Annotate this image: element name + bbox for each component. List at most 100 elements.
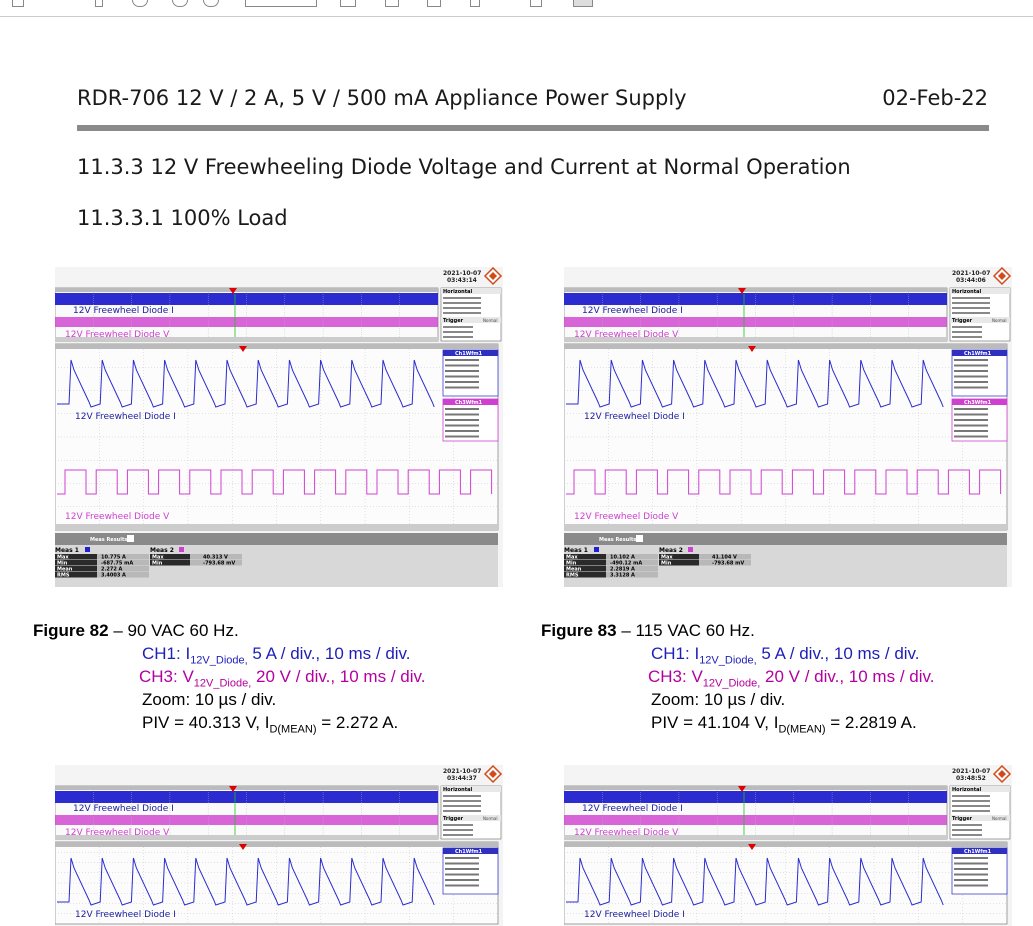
overview-header <box>564 786 947 790</box>
horizontal-setting-row <box>952 312 990 314</box>
scope-date: 2021-10-07 <box>443 768 481 775</box>
trace-label-current: 12V Freewheel Diode I <box>584 412 685 422</box>
horizontal-setting-row <box>952 805 990 807</box>
zoom-in-icon[interactable] <box>172 0 188 7</box>
trace-label-voltage: 12V Freewheel Diode V <box>574 512 679 522</box>
ch1-setting-row <box>445 386 479 389</box>
scope-time: 03:44:37 <box>447 775 477 782</box>
toolbar-button[interactable] <box>12 0 24 7</box>
oscilloscope-capture: 2021-10-07 03:48:52 12V Freewheel Diode I 1… <box>564 765 1012 926</box>
horizontal-setting-row <box>443 795 481 797</box>
meas1-color-swatch <box>594 547 599 552</box>
tool-icon[interactable] <box>470 0 480 7</box>
ch3-setting-row <box>954 435 988 438</box>
ch1-setting-row <box>954 381 988 383</box>
horizontal-setting-row <box>952 800 990 802</box>
zoom-reset-icon[interactable] <box>203 0 219 7</box>
zoom-out-icon[interactable] <box>132 0 148 7</box>
trigger-setting-row <box>443 829 473 831</box>
ch1-setting-row <box>445 868 479 870</box>
horizontal-setting-row <box>952 810 990 812</box>
document-header-date: 02-Feb-22 <box>882 86 988 110</box>
caption-piv: PIV = 40.313 V, ID(MEAN) = 2.272 A. <box>142 713 399 736</box>
meas-header-label: Meas Results <box>90 537 127 543</box>
caption-ch1: CH1: I12V_Diode, 5 A / div., 10 ms / div… <box>142 644 411 667</box>
caption-ch1: CH1: I12V_Diode, 5 A / div., 10 ms / div… <box>651 644 920 667</box>
overview-footer <box>55 337 438 341</box>
meas2-color-swatch <box>688 547 693 552</box>
trace-label-voltage: 12V Freewheel Diode V <box>65 512 170 522</box>
ch1-setting-row <box>954 370 988 372</box>
ch1-setting-row <box>445 879 479 881</box>
trace-label-current: 12V Freewheel Diode I <box>582 804 683 814</box>
page-icon[interactable] <box>385 0 399 7</box>
ch1-setting-row <box>954 386 988 389</box>
horizontal-setting-row <box>443 800 481 802</box>
scope-date: 2021-10-07 <box>952 270 990 277</box>
trace-label-current: 12V Freewheel Diode I <box>75 910 176 920</box>
ch1-setting-row <box>954 364 988 367</box>
overview-footer <box>564 835 947 839</box>
caption-ch3: CH3: V12V_Diode, 20 V / div., 10 ms / di… <box>139 667 426 690</box>
page-icon[interactable] <box>427 0 441 7</box>
horizontal-panel <box>949 287 1011 342</box>
trace-label-current: 12V Freewheel Diode I <box>582 306 683 316</box>
overview-footer <box>564 337 947 341</box>
fit-icon[interactable] <box>340 0 356 7</box>
ch1-setting-row <box>954 359 988 361</box>
ch1-info-label: Ch1Wfm1 <box>964 849 992 855</box>
oscilloscope-capture: 2021-10-07 03:43:14 12V Freewheel Diode I 1… <box>55 267 503 587</box>
caption-zoom: Zoom: 10 µs / div. <box>142 690 277 709</box>
overview-header <box>55 786 438 790</box>
meas-close-icon <box>127 535 134 542</box>
meas1-color-swatch <box>85 547 90 552</box>
figure-caption: Figure 82 – 90 VAC 60 Hz. <box>33 621 239 641</box>
horizontal-setting-row <box>443 805 481 807</box>
horizontal-label: Horizontal <box>443 289 472 295</box>
zoom-grid-header <box>564 842 1007 847</box>
ch3-setting-row <box>445 430 479 432</box>
tool-icon[interactable] <box>530 0 542 7</box>
horizontal-setting-row <box>443 302 481 304</box>
horizontal-panel <box>949 785 1011 840</box>
ch3-setting-row <box>954 419 988 421</box>
trigger-setting-row <box>952 834 982 836</box>
meas2-label: Meas 2 <box>659 547 683 554</box>
horizontal-panel <box>440 785 502 840</box>
ch1-setting-row <box>954 868 988 870</box>
horizontal-label: Horizontal <box>443 787 472 793</box>
figure-caption: Figure 83 – 115 VAC 60 Hz. <box>541 621 755 641</box>
caption-zoom: Zoom: 10 µs / div. <box>651 690 786 709</box>
horizontal-setting-row <box>443 312 481 314</box>
ch1-setting-row <box>445 857 479 859</box>
figure-description: – 90 VAC 60 Hz. <box>108 621 239 640</box>
ch1-setting-row <box>445 381 479 383</box>
ch1-setting-row <box>954 873 988 876</box>
scope-screen: 2021-10-0703:48:52 12V Freewheel Diode I 1… <box>564 765 1012 926</box>
ch1-setting-row <box>445 862 479 865</box>
ch1-setting-row <box>445 370 479 372</box>
ch1-setting-row <box>954 862 988 865</box>
zoom-grid-footer <box>55 524 498 530</box>
zoom-grid-footer <box>564 524 1007 530</box>
trigger-label: Trigger <box>952 318 973 324</box>
meas-row-label: RMS <box>57 573 70 579</box>
trigger-setting-row <box>443 326 473 328</box>
horizontal-setting-row <box>952 307 990 309</box>
meas2-value: -793.68 mV <box>712 561 744 567</box>
meas1-label: Meas 1 <box>55 547 79 554</box>
meas1-value: 3.4003 A <box>101 573 126 579</box>
scope-screen: 2021-10-0703:44:06 12V Freewheel Diode I 1… <box>564 267 1012 587</box>
trigger-mode: Normal <box>483 816 497 821</box>
ch3-setting-row <box>445 424 479 427</box>
ch3-setting-row <box>954 408 988 410</box>
zoom-field[interactable] <box>245 0 317 7</box>
overview-header <box>564 288 947 292</box>
toolbar-button[interactable] <box>95 0 103 7</box>
ch1-setting-row <box>445 359 479 361</box>
figure-number: Figure 82 <box>33 621 109 640</box>
tool-icon[interactable] <box>573 0 593 7</box>
overview-header <box>55 288 438 292</box>
viewer-toolbar <box>0 0 1033 17</box>
document-header-title: RDR-706 12 V / 2 A, 5 V / 500 mA Applian… <box>77 86 687 110</box>
